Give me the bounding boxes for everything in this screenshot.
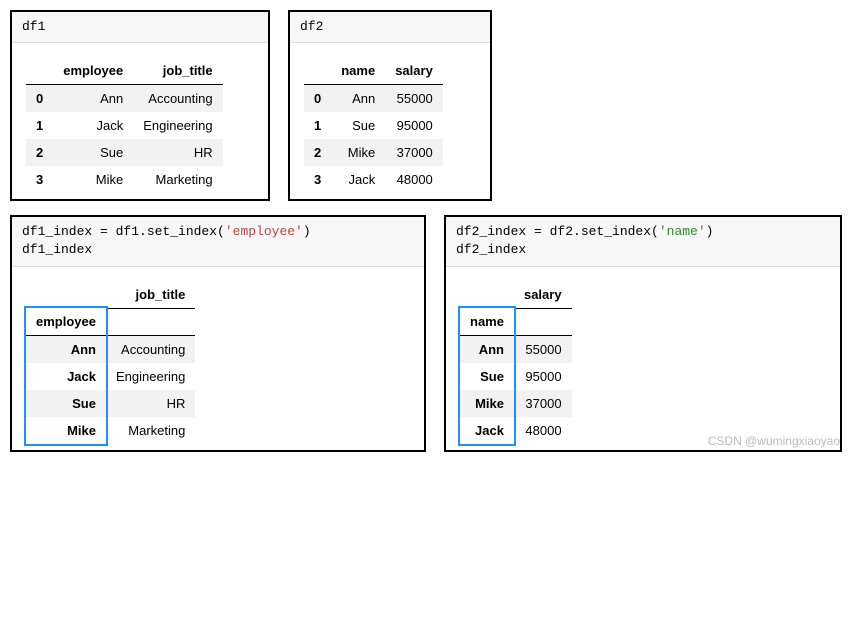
blank — [514, 308, 572, 336]
table-row: 0 Ann 55000 — [304, 85, 443, 113]
output-df2: name salary 0 Ann 55000 1 Sue 95000 — [290, 43, 490, 199]
code-cell-df1-index: df1_index = df1.set_index('employee') df… — [12, 217, 424, 266]
blank — [106, 308, 195, 336]
table-df1: employee job_title 0 Ann Accounting 1 Ja… — [26, 57, 223, 193]
code-text: df2_index — [456, 242, 526, 257]
watermark: CSDN @wumingxiaoyao — [708, 434, 840, 448]
cell: Mike — [53, 166, 133, 193]
table-df2: name salary 0 Ann 55000 1 Sue 95000 — [304, 57, 443, 193]
col-salary: salary — [514, 281, 572, 309]
row-label: Jack — [26, 363, 106, 390]
col-name: name — [331, 57, 385, 85]
cell: 55000 — [514, 336, 572, 364]
cell: Accounting — [133, 85, 222, 113]
cell: Sue — [331, 112, 385, 139]
code-text: ) — [303, 224, 311, 239]
row-label: Mike — [460, 390, 514, 417]
table-row: 1 Jack Engineering — [26, 112, 223, 139]
cell: Ann — [53, 85, 133, 113]
row-label: Sue — [26, 390, 106, 417]
table-row: 0 Ann Accounting — [26, 85, 223, 113]
code-text: ) — [706, 224, 714, 239]
row-index: 2 — [304, 139, 331, 166]
table-row: 1 Sue 95000 — [304, 112, 443, 139]
index-name: employee — [26, 308, 106, 336]
code-text: df1_index — [22, 242, 92, 257]
cell: Ann — [331, 85, 385, 113]
cell: Marketing — [106, 417, 195, 444]
col-job-title: job_title — [106, 281, 195, 309]
table-row: 2 Mike 37000 — [304, 139, 443, 166]
cell: Engineering — [133, 112, 222, 139]
cell: Sue — [53, 139, 133, 166]
row-index: 3 — [26, 166, 53, 193]
row-label: Mike — [26, 417, 106, 444]
cell: 37000 — [385, 139, 443, 166]
row-label: Sue — [460, 363, 514, 390]
corner-blank — [304, 57, 331, 85]
code-text: df1 — [22, 19, 45, 34]
code-cell-df2-index: df2_index = df2.set_index('name') df2_in… — [446, 217, 840, 266]
output-df2-index: salary name Ann 55000 Sue 95000 — [446, 267, 840, 451]
cell: Accounting — [106, 336, 195, 364]
corner-blank — [26, 57, 53, 85]
col-salary: salary — [385, 57, 443, 85]
cell: 55000 — [385, 85, 443, 113]
cell: Jack — [331, 166, 385, 193]
cell: 95000 — [385, 112, 443, 139]
table-df1-index: job_title employee Ann Accounting Jack E… — [26, 281, 195, 445]
index-name: name — [460, 308, 514, 336]
code-text: df2_index = df2.set_index( — [456, 224, 659, 239]
table-row: 2 Sue HR — [26, 139, 223, 166]
code-text: df1_index = df1.set_index( — [22, 224, 225, 239]
row-label: Jack — [460, 417, 514, 444]
table-row: Sue 95000 — [460, 363, 572, 390]
row-index: 3 — [304, 166, 331, 193]
code-cell-df2: df2 — [290, 12, 490, 43]
cell: 48000 — [385, 166, 443, 193]
cell: 37000 — [514, 390, 572, 417]
code-string: 'employee' — [225, 224, 303, 239]
cell: HR — [106, 390, 195, 417]
table-row: Jack Engineering — [26, 363, 195, 390]
table-df2-index: salary name Ann 55000 Sue 95000 — [460, 281, 572, 445]
row-index: 0 — [304, 85, 331, 113]
row-label: Ann — [460, 336, 514, 364]
corner-blank — [460, 281, 514, 309]
cell: Marketing — [133, 166, 222, 193]
cell: Engineering — [106, 363, 195, 390]
cell: Mike — [331, 139, 385, 166]
panel-df2-index: df2_index = df2.set_index('name') df2_in… — [444, 215, 842, 452]
panel-df1: df1 employee job_title 0 Ann Accounting — [10, 10, 270, 201]
table-row: Ann 55000 — [460, 336, 572, 364]
output-df1-index: job_title employee Ann Accounting Jack E… — [12, 267, 424, 451]
table-row: 3 Mike Marketing — [26, 166, 223, 193]
table-row: Mike 37000 — [460, 390, 572, 417]
row-label: Ann — [26, 336, 106, 364]
table-row: Jack 48000 — [460, 417, 572, 444]
cell: HR — [133, 139, 222, 166]
row-index: 1 — [304, 112, 331, 139]
table-row: Mike Marketing — [26, 417, 195, 444]
row-index: 1 — [26, 112, 53, 139]
col-job-title: job_title — [133, 57, 222, 85]
output-df1: employee job_title 0 Ann Accounting 1 Ja… — [12, 43, 268, 199]
cell: 48000 — [514, 417, 572, 444]
corner-blank — [26, 281, 106, 309]
row-index: 0 — [26, 85, 53, 113]
table-row: Sue HR — [26, 390, 195, 417]
code-string: 'name' — [659, 224, 706, 239]
code-cell-df1: df1 — [12, 12, 268, 43]
table-row: 3 Jack 48000 — [304, 166, 443, 193]
panel-df1-index: df1_index = df1.set_index('employee') df… — [10, 215, 426, 452]
col-employee: employee — [53, 57, 133, 85]
cell: 95000 — [514, 363, 572, 390]
cell: Jack — [53, 112, 133, 139]
row-index: 2 — [26, 139, 53, 166]
table-row: Ann Accounting — [26, 336, 195, 364]
panel-df2: df2 name salary 0 Ann 55000 — [288, 10, 492, 201]
code-text: df2 — [300, 19, 323, 34]
